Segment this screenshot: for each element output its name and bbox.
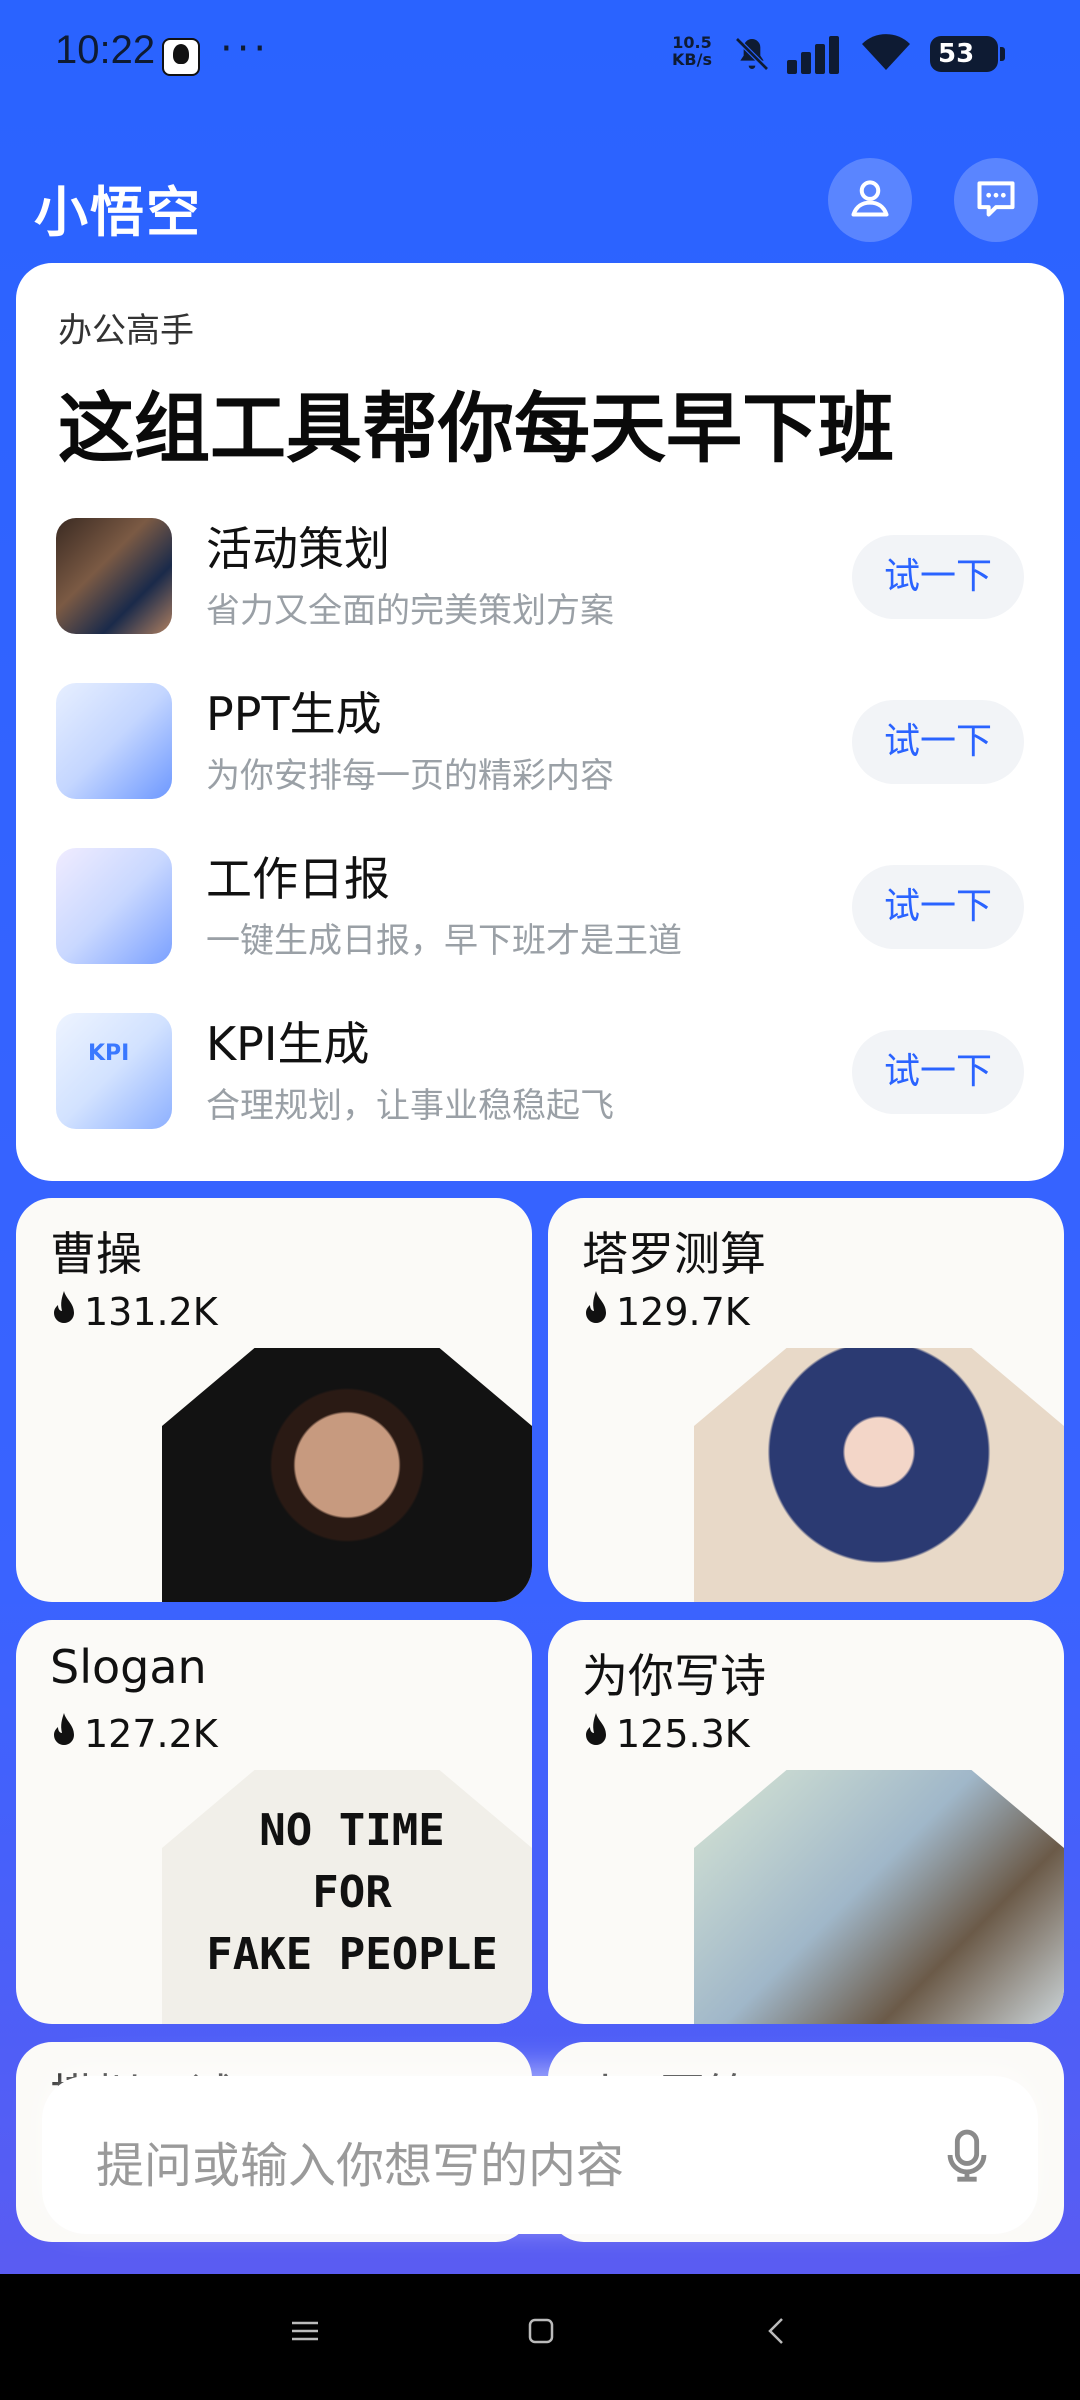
tool-description: 省力又全面的完美策划方案 [206, 591, 614, 631]
try-button[interactable]: 试一下 [852, 865, 1024, 949]
message-icon [974, 176, 1018, 224]
character-card-slogan[interactable]: Slogan 127.2K NO TIME FOR FAKE PEOPLE [16, 1620, 532, 2024]
popularity-count: 127.2K [50, 1712, 218, 1756]
tool-row-daily-report[interactable]: 工作日报 一键生成日报，早下班才是王道 试一下 [16, 843, 1064, 973]
try-button[interactable]: 试一下 [852, 535, 1024, 619]
popularity-value: 125.3K [616, 1712, 750, 1756]
tool-name: PPT生成 [206, 687, 382, 741]
popularity-count: 129.7K [582, 1290, 750, 1334]
tool-description: 为你安排每一页的精彩内容 [206, 756, 614, 796]
message-button[interactable] [954, 158, 1038, 242]
character-name: 曹操 [50, 1227, 142, 1281]
menu-icon[interactable] [290, 2316, 320, 2350]
character-card-poem[interactable]: 为你写诗 125.3K [548, 1620, 1064, 2024]
prompt-placeholder: 提问或输入你想写的内容 [96, 2138, 625, 2194]
popularity-count: 131.2K [50, 1290, 218, 1334]
kpi-thumb-label: KPI [88, 1041, 130, 1066]
character-portrait [694, 1348, 1064, 1602]
fire-icon [582, 1712, 610, 1756]
popularity-value: 131.2K [84, 1290, 218, 1334]
home-icon[interactable] [526, 2316, 556, 2350]
app-title: 小悟空 [34, 181, 202, 244]
character-name: Slogan [50, 1640, 207, 1694]
slogan-art-text: NO TIME FOR FAKE PEOPLE [192, 1800, 512, 1986]
status-bar: 10:22 ··· 10.5 KB/s 53 [0, 0, 1080, 110]
tool-thumbnail [56, 683, 172, 799]
tool-name: KPI生成 [206, 1017, 370, 1071]
try-button[interactable]: 试一下 [852, 1030, 1024, 1114]
navigation-bar [0, 2274, 1080, 2400]
card-tag: 办公高手 [58, 311, 194, 351]
tool-thumbnail [56, 518, 172, 634]
signal-icon [785, 34, 845, 78]
tool-description: 一键生成日报，早下班才是王道 [206, 921, 682, 961]
network-speed: 10.5 KB/s [672, 34, 712, 68]
character-card-tarot[interactable]: 塔罗测算 129.7K [548, 1198, 1064, 1602]
fire-icon [582, 1290, 610, 1334]
person-icon [848, 176, 892, 224]
try-button[interactable]: 试一下 [852, 700, 1024, 784]
battery-icon: 53 [930, 36, 1005, 72]
back-icon[interactable] [762, 2316, 792, 2350]
slogan-line: FAKE PEOPLE [206, 1929, 498, 1980]
character-portrait: NO TIME FOR FAKE PEOPLE [162, 1770, 532, 2024]
tool-description: 合理规划，让事业稳稳起飞 [206, 1086, 614, 1126]
slogan-line: NO TIME [259, 1805, 445, 1856]
tool-thumbnail [56, 848, 172, 964]
popularity-count: 125.3K [582, 1712, 750, 1756]
prompt-input[interactable]: 提问或输入你想写的内容 [42, 2076, 1038, 2234]
character-portrait [162, 1348, 532, 1602]
status-time: 10:22 [55, 28, 156, 72]
card-headline: 这组工具帮你每天早下班 [58, 384, 894, 473]
network-speed-unit: KB/s [672, 50, 712, 69]
character-card-caocao[interactable]: 曹操 131.2K [16, 1198, 532, 1602]
mute-icon [732, 34, 772, 78]
fire-icon [50, 1712, 78, 1756]
tool-row-kpi[interactable]: KPI KPI生成 合理规划，让事业稳稳起飞 试一下 [16, 1008, 1064, 1138]
tool-name: 工作日报 [206, 852, 390, 906]
profile-button[interactable] [828, 158, 912, 242]
character-name: 塔罗测算 [582, 1227, 766, 1281]
network-speed-value: 10.5 [672, 33, 712, 52]
tool-row-ppt[interactable]: PPT生成 为你安排每一页的精彩内容 试一下 [16, 678, 1064, 808]
tool-thumbnail: KPI [56, 1013, 172, 1129]
character-name: 为你写诗 [582, 1649, 766, 1703]
wifi-icon [860, 32, 912, 76]
fire-icon [50, 1290, 78, 1334]
more-notifications-icon: ··· [220, 26, 271, 72]
qq-notification-icon [162, 38, 200, 76]
microphone-icon[interactable] [938, 2126, 996, 2188]
popularity-value: 129.7K [616, 1290, 750, 1334]
tool-row-activity[interactable]: 活动策划 省力又全面的完美策划方案 试一下 [16, 513, 1064, 643]
tool-name: 活动策划 [206, 522, 390, 576]
office-tools-card: 办公高手 这组工具帮你每天早下班 活动策划 省力又全面的完美策划方案 试一下 P… [16, 263, 1064, 1181]
character-portrait [694, 1770, 1064, 2024]
slogan-line: FOR [312, 1867, 392, 1918]
popularity-value: 127.2K [84, 1712, 218, 1756]
